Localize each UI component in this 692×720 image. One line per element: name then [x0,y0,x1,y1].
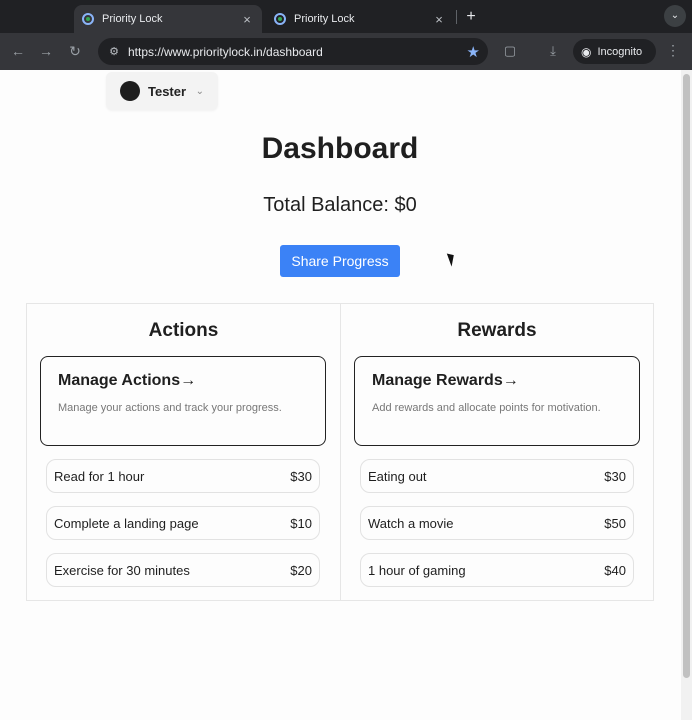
item-label: Exercise for 30 minutes [54,562,190,578]
download-icon[interactable]: ⤓ [544,42,562,60]
list-item[interactable]: 1 hour of gaming $40 [360,553,634,587]
rewards-panel: Rewards Manage Rewards→ Add rewards and … [340,304,653,600]
item-label: Watch a movie [368,515,454,531]
manage-actions-description: Manage your actions and track your progr… [58,402,282,414]
manage-actions-card[interactable]: Manage Actions→ Manage your actions and … [40,356,326,446]
item-value: $30 [290,468,312,484]
chevron-down-icon: ⌄ [195,85,204,97]
item-label: Read for 1 hour [54,468,145,484]
incognito-icon: ◉ [581,44,592,59]
item-value: $30 [604,468,626,484]
browser-menu-icon[interactable]: ⋮ [666,42,680,59]
browser-toolbar: ← → ↻ ⚙ https://www.prioritylock.in/dash… [0,33,692,70]
list-item[interactable]: Eating out $30 [360,459,634,493]
forward-icon[interactable]: → [37,42,55,60]
page-title: Dashboard [261,132,419,165]
close-tab-icon[interactable]: × [240,12,254,27]
close-tab-icon[interactable]: × [432,12,446,27]
site-info-icon[interactable]: ⚙ [106,44,122,60]
browser-tab[interactable]: Priority Lock × [266,5,454,33]
item-value: $10 [290,515,312,531]
extensions-icon[interactable]: ▢ [501,42,519,60]
manage-rewards-description: Add rewards and allocate points for moti… [372,402,601,414]
item-value: $50 [604,515,626,531]
actions-heading: Actions [148,320,219,341]
avatar [120,81,140,101]
tab-title: Priority Lock [102,13,163,25]
list-item[interactable]: Complete a landing page $10 [46,506,320,540]
browser-tab-strip: Priority Lock × Priority Lock × + ⌄ [0,0,692,33]
actions-panel: Actions Manage Actions→ Manage your acti… [27,304,340,600]
item-value: $40 [604,562,626,578]
address-bar[interactable]: ⚙ https://www.prioritylock.in/dashboard … [98,38,488,65]
mouse-cursor-icon [446,251,458,267]
share-progress-button[interactable]: Share Progress [280,245,400,277]
item-label: 1 hour of gaming [368,562,466,578]
dashboard-grid: Actions Manage Actions→ Manage your acti… [26,303,654,601]
list-item[interactable]: Exercise for 30 minutes $20 [46,553,320,587]
item-label: Eating out [368,468,427,484]
user-name: Tester [148,83,187,99]
incognito-badge[interactable]: ◉ Incognito [573,39,656,64]
list-item[interactable]: Read for 1 hour $30 [46,459,320,493]
total-balance: Total Balance: $0 [263,194,417,216]
new-tab-icon[interactable]: + [462,8,480,26]
bookmark-star-icon[interactable]: ★ [467,43,480,61]
site-favicon-icon [82,13,94,25]
tab-title: Priority Lock [294,13,355,25]
list-item[interactable]: Watch a movie $50 [360,506,634,540]
url-text[interactable]: https://www.prioritylock.in/dashboard [128,45,467,59]
back-icon[interactable]: ← [9,42,27,60]
page-viewport: Tester ⌄ Dashboard Total Balance: $0 Sha… [0,70,692,720]
tab-search-icon[interactable]: ⌄ [664,5,686,27]
page-scrollbar[interactable] [681,70,692,720]
tab-divider [456,10,457,24]
manage-rewards-card[interactable]: Manage Rewards→ Add rewards and allocate… [354,356,640,446]
scrollbar-thumb[interactable] [683,74,690,678]
manage-actions-title[interactable]: Manage Actions→ [58,372,308,390]
manage-rewards-title[interactable]: Manage Rewards→ [372,372,622,390]
item-value: $20 [290,562,312,578]
incognito-label: Incognito [597,45,643,58]
user-menu[interactable]: Tester ⌄ [106,72,218,110]
rewards-heading: Rewards [457,320,537,341]
reload-icon[interactable]: ↻ [66,42,84,60]
item-label: Complete a landing page [54,515,199,531]
site-favicon-icon [274,13,286,25]
browser-tab[interactable]: Priority Lock × [74,5,262,33]
